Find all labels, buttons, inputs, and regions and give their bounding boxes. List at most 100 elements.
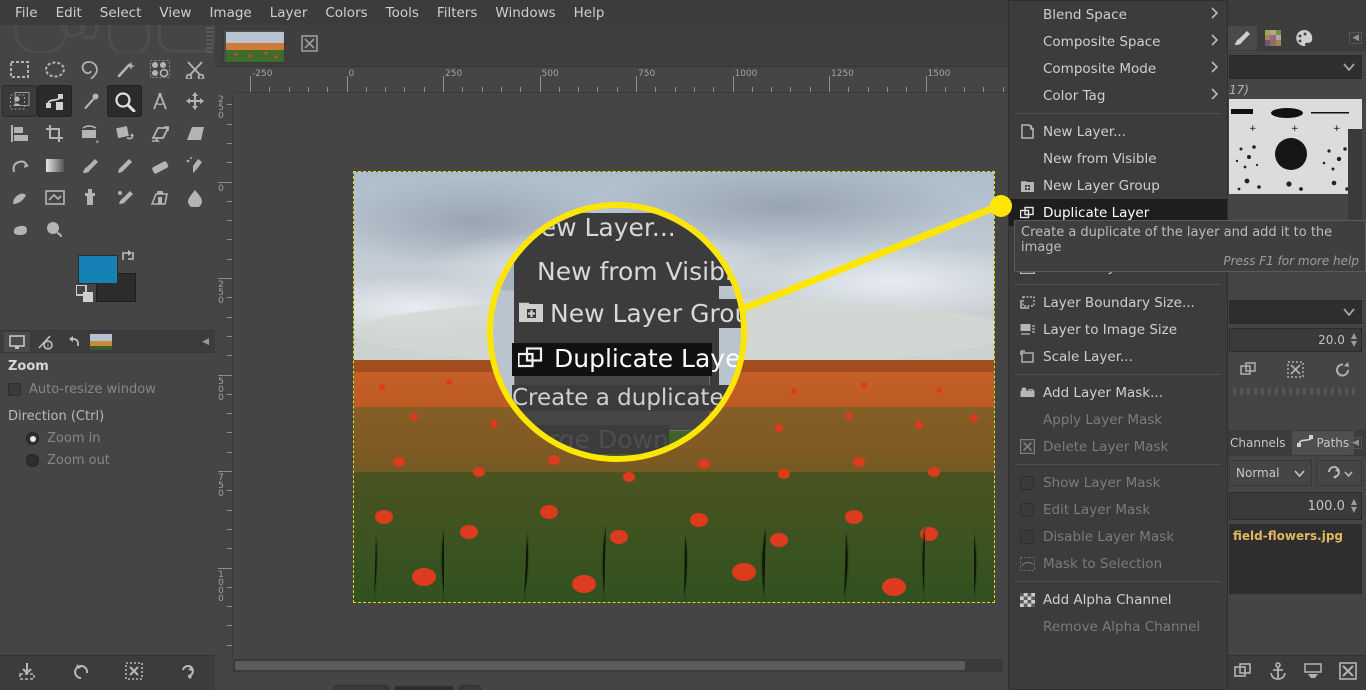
- unified-transform-icon[interactable]: [72, 117, 107, 149]
- menu-item-add-alpha-channel[interactable]: Add Alpha Channel: [1009, 586, 1227, 613]
- blur-icon[interactable]: [177, 181, 212, 213]
- select-by-color-icon[interactable]: [142, 53, 177, 85]
- tab-paths[interactable]: Paths: [1291, 431, 1355, 455]
- close-icon[interactable]: [301, 35, 318, 56]
- undo-history-icon[interactable]: [60, 332, 86, 352]
- image-thumbnail-icon[interactable]: [88, 332, 114, 352]
- opacity-spinner-buttons[interactable]: ▲ ▼: [1351, 498, 1357, 514]
- free-select-icon[interactable]: [72, 53, 107, 85]
- horizontal-ruler[interactable]: -25002505007501000125015001750: [233, 68, 1015, 93]
- save-tool-preset-icon[interactable]: [18, 662, 36, 684]
- paths-icon[interactable]: [37, 85, 72, 117]
- zoom-dropdown-button[interactable]: [458, 684, 481, 690]
- refresh-brushes-icon[interactable]: [1334, 361, 1351, 382]
- zoom-in-radio[interactable]: [26, 432, 39, 445]
- spinner-buttons[interactable]: ▲ ▼: [1351, 332, 1357, 348]
- palettes-tab-icon[interactable]: [1289, 26, 1319, 50]
- duplicate-brush-icon[interactable]: [1240, 361, 1257, 382]
- menu-windows[interactable]: Windows: [486, 2, 564, 24]
- zoom-in-option[interactable]: Zoom in: [8, 431, 207, 446]
- horizontal-scrollbar[interactable]: [233, 659, 1003, 672]
- menu-item-new-layer-group[interactable]: New Layer Group: [1009, 172, 1227, 199]
- menu-tools[interactable]: Tools: [377, 2, 428, 24]
- merge-layer-icon[interactable]: [1304, 662, 1322, 684]
- spinner-down-icon[interactable]: ▼: [1351, 340, 1357, 348]
- rotate-icon[interactable]: [107, 117, 142, 149]
- brush-grid[interactable]: + + +: [1229, 99, 1362, 194]
- spinner-down-icon[interactable]: ▼: [1351, 506, 1357, 514]
- tab-channels[interactable]: Channels: [1225, 431, 1291, 455]
- delete-tool-preset-icon[interactable]: [125, 662, 144, 684]
- opacity-slider[interactable]: 100.0 ▲ ▼: [1229, 492, 1362, 520]
- warp-icon[interactable]: [2, 149, 37, 181]
- menu-item-composite-mode[interactable]: Composite Mode: [1009, 55, 1227, 82]
- anchor-layer-icon[interactable]: [1269, 662, 1287, 684]
- perspective-icon[interactable]: [177, 117, 212, 149]
- gradient-icon[interactable]: [37, 149, 72, 181]
- auto-resize-window-option[interactable]: Auto-resize window: [8, 382, 207, 397]
- reset-tool-options-icon[interactable]: [179, 662, 197, 684]
- fuzzy-select-icon[interactable]: [107, 53, 142, 85]
- clone-icon[interactable]: [72, 181, 107, 213]
- toolbox-drag-handle[interactable]: [206, 27, 213, 53]
- brush-size-spinner[interactable]: 20.0 ▲ ▼: [1229, 328, 1362, 352]
- list-item[interactable]: field-flowers.jpg: [1229, 524, 1362, 548]
- menu-item-blend-space[interactable]: Blend Space: [1009, 1, 1227, 28]
- airbrush-icon[interactable]: [177, 149, 212, 181]
- dock-menu-icon[interactable]: ◀: [1349, 32, 1362, 44]
- dock-menu-icon[interactable]: ◀: [1349, 437, 1362, 449]
- foreground-color-swatch[interactable]: [78, 255, 118, 284]
- menu-colors[interactable]: Colors: [316, 2, 376, 24]
- horizontal-scrollbar-thumb[interactable]: [235, 661, 965, 670]
- color-picker-icon[interactable]: [72, 85, 107, 117]
- heal-icon[interactable]: [107, 181, 142, 213]
- new-layer-icon[interactable]: [1233, 662, 1252, 684]
- ink-icon[interactable]: [2, 181, 37, 213]
- menu-image[interactable]: Image: [200, 2, 260, 24]
- zoom-input[interactable]: 33.3 %: [394, 685, 453, 690]
- blend-mode-select[interactable]: Normal: [1229, 460, 1312, 486]
- menu-view[interactable]: View: [150, 2, 200, 24]
- menu-item-scale-layer[interactable]: Scale Layer...: [1009, 343, 1227, 370]
- delete-brush-icon[interactable]: [1287, 360, 1304, 382]
- image-tab-field-flowers[interactable]: [223, 28, 285, 63]
- layer-list[interactable]: field-flowers.jpg: [1229, 524, 1362, 594]
- layer-menu-popup[interactable]: Blend Space Composite Space Composite Mode…: [1008, 0, 1228, 690]
- ellipse-select-icon[interactable]: [37, 53, 72, 85]
- menu-help[interactable]: Help: [565, 2, 614, 24]
- restore-tool-preset-icon[interactable]: [72, 662, 90, 684]
- menu-layer[interactable]: Layer: [261, 2, 317, 24]
- zoom-out-option[interactable]: Zoom out: [8, 453, 207, 468]
- dock-menu-arrow-icon[interactable]: ◀: [202, 337, 209, 347]
- shear-icon[interactable]: [142, 117, 177, 149]
- move-icon[interactable]: [177, 85, 212, 117]
- menu-select[interactable]: Select: [91, 2, 151, 24]
- device-status-icon[interactable]: [4, 331, 30, 352]
- pencil-icon[interactable]: [107, 149, 142, 181]
- dock-separator-handle[interactable]: [1233, 388, 1358, 395]
- brushes-tab-icon[interactable]: [1227, 26, 1257, 50]
- zoom-out-radio[interactable]: [26, 454, 39, 467]
- menu-item-new-from-visible[interactable]: New from Visible: [1009, 145, 1227, 172]
- menu-file[interactable]: File: [6, 2, 47, 24]
- default-colors-icon[interactable]: [75, 284, 94, 307]
- menu-filters[interactable]: Filters: [428, 2, 486, 24]
- brush-grid-scrollbar[interactable]: [1348, 129, 1362, 224]
- pointer-icon[interactable]: i: [32, 332, 58, 352]
- menu-item-composite-space[interactable]: Composite Space: [1009, 28, 1227, 55]
- measure-icon[interactable]: [142, 85, 177, 117]
- brush-filter-combo[interactable]: [1229, 55, 1362, 79]
- scissors-select-icon[interactable]: [177, 53, 212, 85]
- zoom-icon[interactable]: [107, 85, 142, 117]
- smudge-icon[interactable]: [2, 213, 37, 245]
- align-icon[interactable]: [2, 117, 37, 149]
- menu-item-layer-to-image-size[interactable]: Layer to Image Size: [1009, 316, 1227, 343]
- brush-tag-combo[interactable]: [1229, 300, 1362, 324]
- foreground-select-icon[interactable]: [2, 85, 37, 117]
- swap-colors-icon[interactable]: [120, 249, 136, 266]
- ruler-corner[interactable]: [215, 68, 233, 93]
- rect-select-icon[interactable]: [2, 53, 37, 85]
- menu-item-color-tag[interactable]: Color Tag: [1009, 82, 1227, 109]
- menu-item-new-layer[interactable]: New Layer...: [1009, 118, 1227, 145]
- unit-selector[interactable]: px: [333, 684, 389, 690]
